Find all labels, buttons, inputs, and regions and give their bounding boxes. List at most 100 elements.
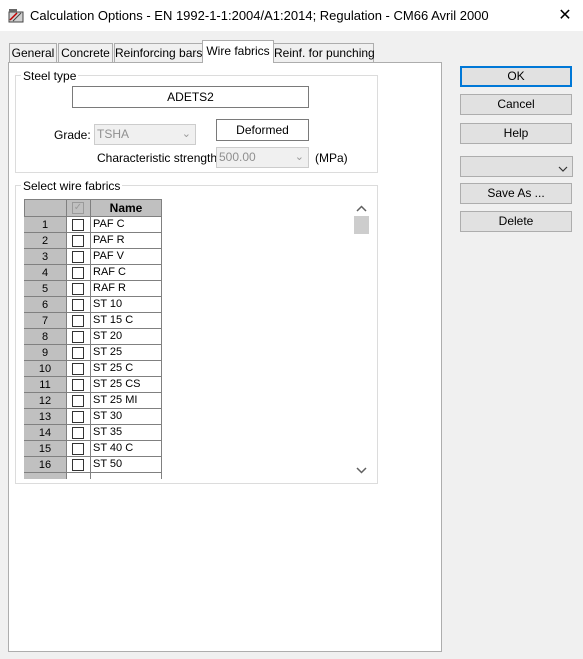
preset-select[interactable] [460, 156, 573, 177]
wire-fabrics-grid[interactable]: ✓ Name 1 PAF C 2 PAF R 3 PAF V 4 RAF C 5 RAF R 6 ST… [24, 199, 370, 479]
table-row[interactable]: 15 ST 40 C [24, 441, 162, 457]
table-row[interactable]: 2 PAF R [24, 233, 162, 249]
tab-reinforcing-bars[interactable]: Reinforcing bars [114, 43, 203, 62]
row-checkbox-cell [67, 393, 91, 409]
row-number[interactable]: 7 [24, 313, 67, 329]
row-name[interactable]: PAF C [91, 217, 162, 233]
row-name[interactable]: ST 25 MI [91, 393, 162, 409]
table-row[interactable]: 11 ST 25 CS [24, 377, 162, 393]
table-row[interactable]: 7 ST 15 C [24, 313, 162, 329]
row-checkbox[interactable] [72, 347, 84, 359]
row-number[interactable]: 12 [24, 393, 67, 409]
chevron-down-icon: ⌄ [181, 128, 191, 140]
table-row[interactable]: 12 ST 25 MI [24, 393, 162, 409]
row-name[interactable]: PAF R [91, 233, 162, 249]
row-number[interactable]: 3 [24, 249, 67, 265]
row-number[interactable]: 5 [24, 281, 67, 297]
table-row[interactable]: 4 RAF C [24, 265, 162, 281]
grid-scrollbar[interactable] [353, 200, 370, 478]
grid-corner-header[interactable] [24, 199, 67, 217]
row-number[interactable]: 2 [24, 233, 67, 249]
row-number[interactable]: 14 [24, 425, 67, 441]
row-number[interactable]: 15 [24, 441, 67, 457]
row-checkbox[interactable] [72, 299, 84, 311]
scroll-thumb[interactable] [354, 216, 369, 234]
close-icon[interactable]: ✕ [553, 6, 577, 26]
table-row[interactable]: 6 ST 10 [24, 297, 162, 313]
row-name[interactable]: ST 25 [91, 345, 162, 361]
row-checkbox[interactable] [72, 363, 84, 375]
row-checkbox[interactable] [72, 379, 84, 391]
row-checkbox-cell [67, 281, 91, 297]
row-checkbox-cell [67, 313, 91, 329]
steel-type-group-label: Steel type [21, 69, 79, 83]
row-number[interactable]: 8 [24, 329, 67, 345]
row-name[interactable]: ST 25 C [91, 361, 162, 377]
tab-reinf-for-punching[interactable]: Reinf. for punching [273, 43, 375, 62]
table-row[interactable]: 1 PAF C [24, 217, 162, 233]
row-checkbox[interactable] [72, 411, 84, 423]
row-number[interactable]: 1 [24, 217, 67, 233]
row-name[interactable]: PAF V [91, 249, 162, 265]
row-number[interactable]: 10 [24, 361, 67, 377]
row-name[interactable]: ST 50 [91, 457, 162, 473]
row-name[interactable]: ST 35 [91, 425, 162, 441]
row-checkbox[interactable] [72, 235, 84, 247]
name-column-header[interactable]: Name [90, 199, 162, 217]
row-number[interactable]: 6 [24, 297, 67, 313]
table-row[interactable]: 5 RAF R [24, 281, 162, 297]
tab-label: Concrete [61, 46, 110, 60]
row-checkbox[interactable] [72, 315, 84, 327]
row-name[interactable]: ST 10 [91, 297, 162, 313]
row-checkbox-cell [67, 409, 91, 425]
table-row[interactable]: 13 ST 30 [24, 409, 162, 425]
row-name[interactable]: ST 15 C [91, 313, 162, 329]
row-name[interactable]: RAF C [91, 265, 162, 281]
row-checkbox[interactable] [72, 427, 84, 439]
chevron-down-icon [558, 162, 568, 172]
row-number[interactable]: 9 [24, 345, 67, 361]
row-number[interactable]: 11 [24, 377, 67, 393]
row-checkbox-cell [67, 329, 91, 345]
table-row[interactable]: 10 ST 25 C [24, 361, 162, 377]
row-name[interactable]: ST 30 [91, 409, 162, 425]
delete-button[interactable]: Delete [460, 211, 572, 232]
save-as-button[interactable]: Save As ... [460, 183, 572, 204]
row-checkbox[interactable] [72, 267, 84, 279]
row-name[interactable]: RAF R [91, 281, 162, 297]
row-number[interactable]: 4 [24, 265, 67, 281]
table-row[interactable]: 14 ST 35 [24, 425, 162, 441]
row-name[interactable]: ST 20 [91, 329, 162, 345]
table-row[interactable]: 16 ST 50 [24, 457, 162, 473]
characteristic-strength-label: Characteristic strength [97, 151, 218, 165]
row-checkbox[interactable] [72, 459, 84, 471]
row-number[interactable]: 16 [24, 457, 67, 473]
scroll-up-icon[interactable] [356, 203, 367, 213]
row-checkbox[interactable] [72, 443, 84, 455]
row-name[interactable]: ST 25 CS [91, 377, 162, 393]
row-checkbox[interactable] [72, 395, 84, 407]
row-name[interactable]: ST 40 C [91, 441, 162, 457]
steel-type-name-field[interactable]: ADETS2 [72, 86, 309, 108]
row-number[interactable]: 13 [24, 409, 67, 425]
cancel-button[interactable]: Cancel [460, 94, 572, 115]
ok-button[interactable]: OK [460, 66, 572, 87]
tab-concrete[interactable]: Concrete [58, 43, 113, 62]
deformed-button[interactable]: Deformed [216, 119, 309, 141]
ok-button-label: OK [507, 69, 525, 83]
table-row[interactable]: 3 PAF V [24, 249, 162, 265]
save-as-button-label: Save As ... [487, 186, 545, 200]
row-checkbox[interactable] [72, 283, 84, 295]
tab-wire-fabrics[interactable]: Wire fabrics [202, 40, 274, 63]
table-row[interactable]: 8 ST 20 [24, 329, 162, 345]
help-button[interactable]: Help [460, 123, 572, 144]
scroll-down-icon[interactable] [356, 464, 367, 474]
check-all-header[interactable]: ✓ [66, 199, 91, 217]
row-checkbox[interactable] [72, 251, 84, 263]
row-checkbox[interactable] [72, 219, 84, 231]
grade-select: TSHA ⌄ [94, 124, 196, 145]
tab-general[interactable]: General [9, 43, 57, 62]
table-row[interactable]: 9 ST 25 [24, 345, 162, 361]
help-button-label: Help [503, 126, 529, 140]
row-checkbox[interactable] [72, 331, 84, 343]
